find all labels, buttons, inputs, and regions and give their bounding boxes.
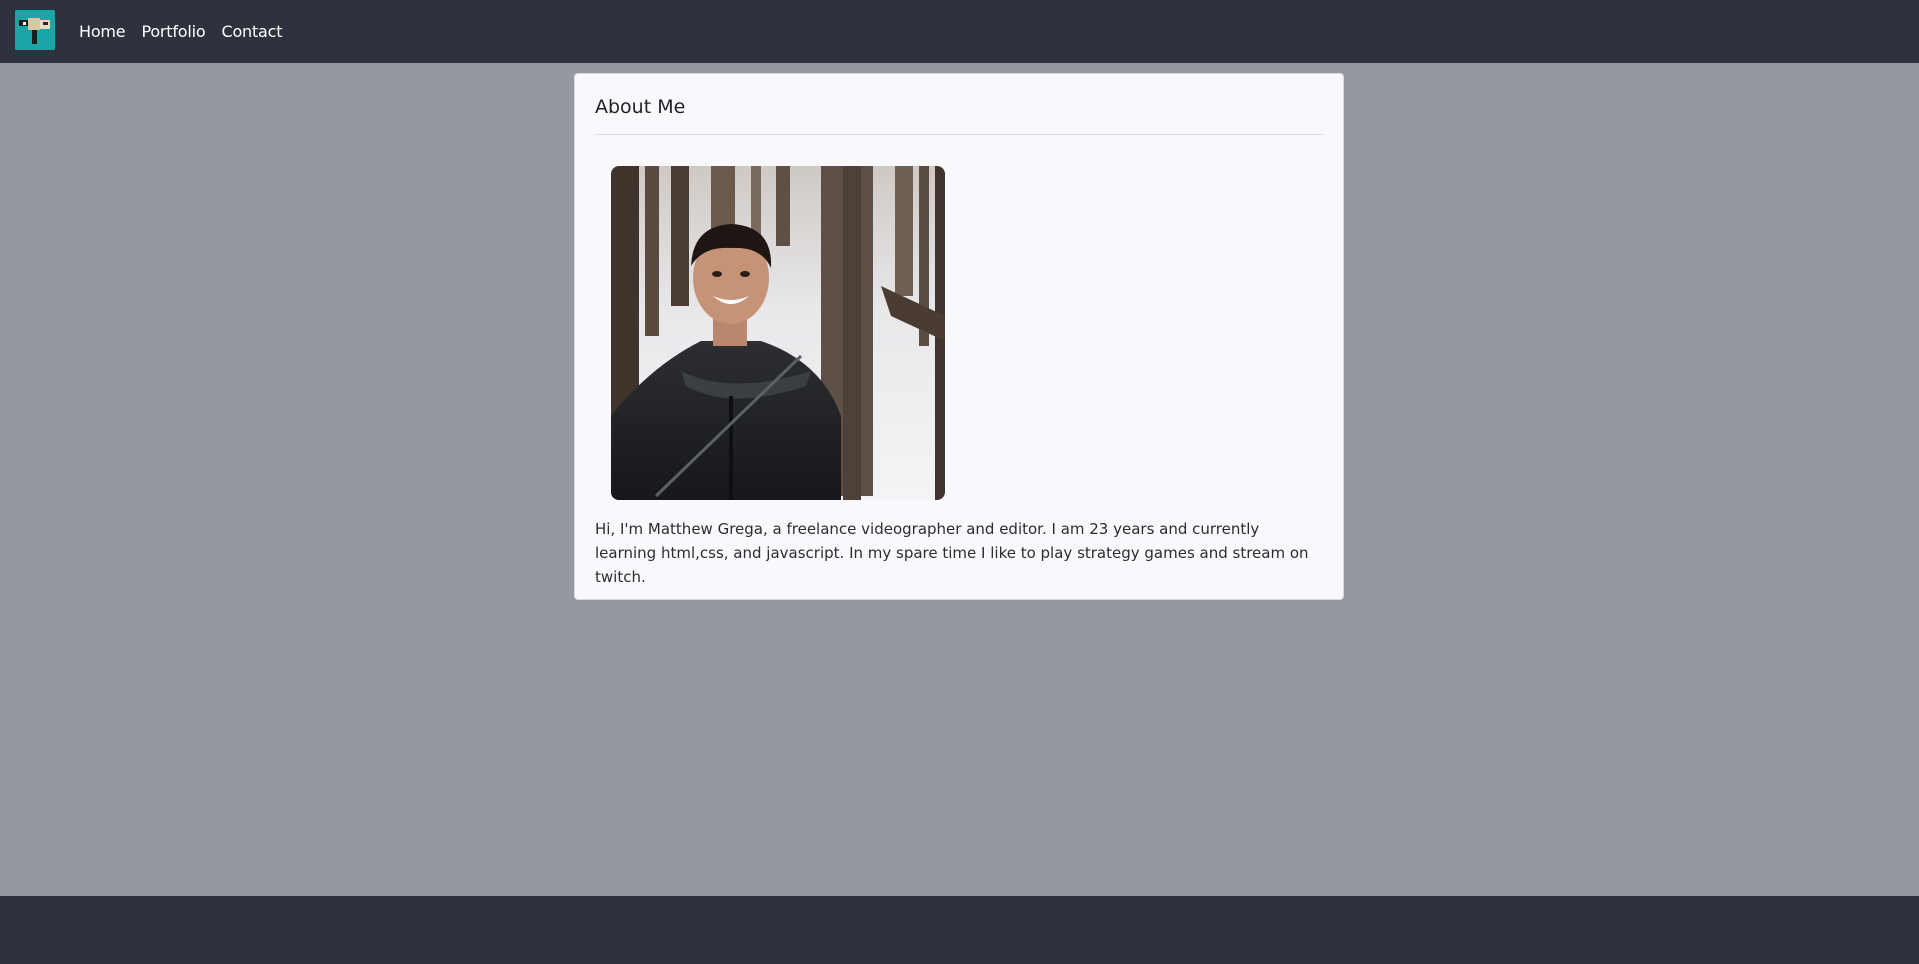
profile-photo-image bbox=[611, 166, 945, 500]
about-card: About Me Hi, I'm Matthew Grega, a freela… bbox=[574, 73, 1344, 600]
brand-logo[interactable] bbox=[15, 10, 55, 50]
about-bio: Hi, I'm Matthew Grega, a freelance video… bbox=[595, 520, 1309, 586]
nav-link-contact[interactable]: Contact bbox=[221, 22, 282, 41]
card-divider bbox=[595, 134, 1324, 135]
page-footer bbox=[0, 896, 1919, 964]
about-title: About Me bbox=[595, 96, 686, 118]
nav-link-portfolio[interactable]: Portfolio bbox=[141, 22, 205, 41]
top-navbar: Home Portfolio Contact bbox=[0, 0, 1919, 63]
profile-photo bbox=[611, 166, 945, 500]
nav-links: Home Portfolio Contact bbox=[79, 0, 298, 63]
nav-link-home[interactable]: Home bbox=[79, 22, 126, 41]
camcorder-logo-icon bbox=[15, 10, 55, 50]
